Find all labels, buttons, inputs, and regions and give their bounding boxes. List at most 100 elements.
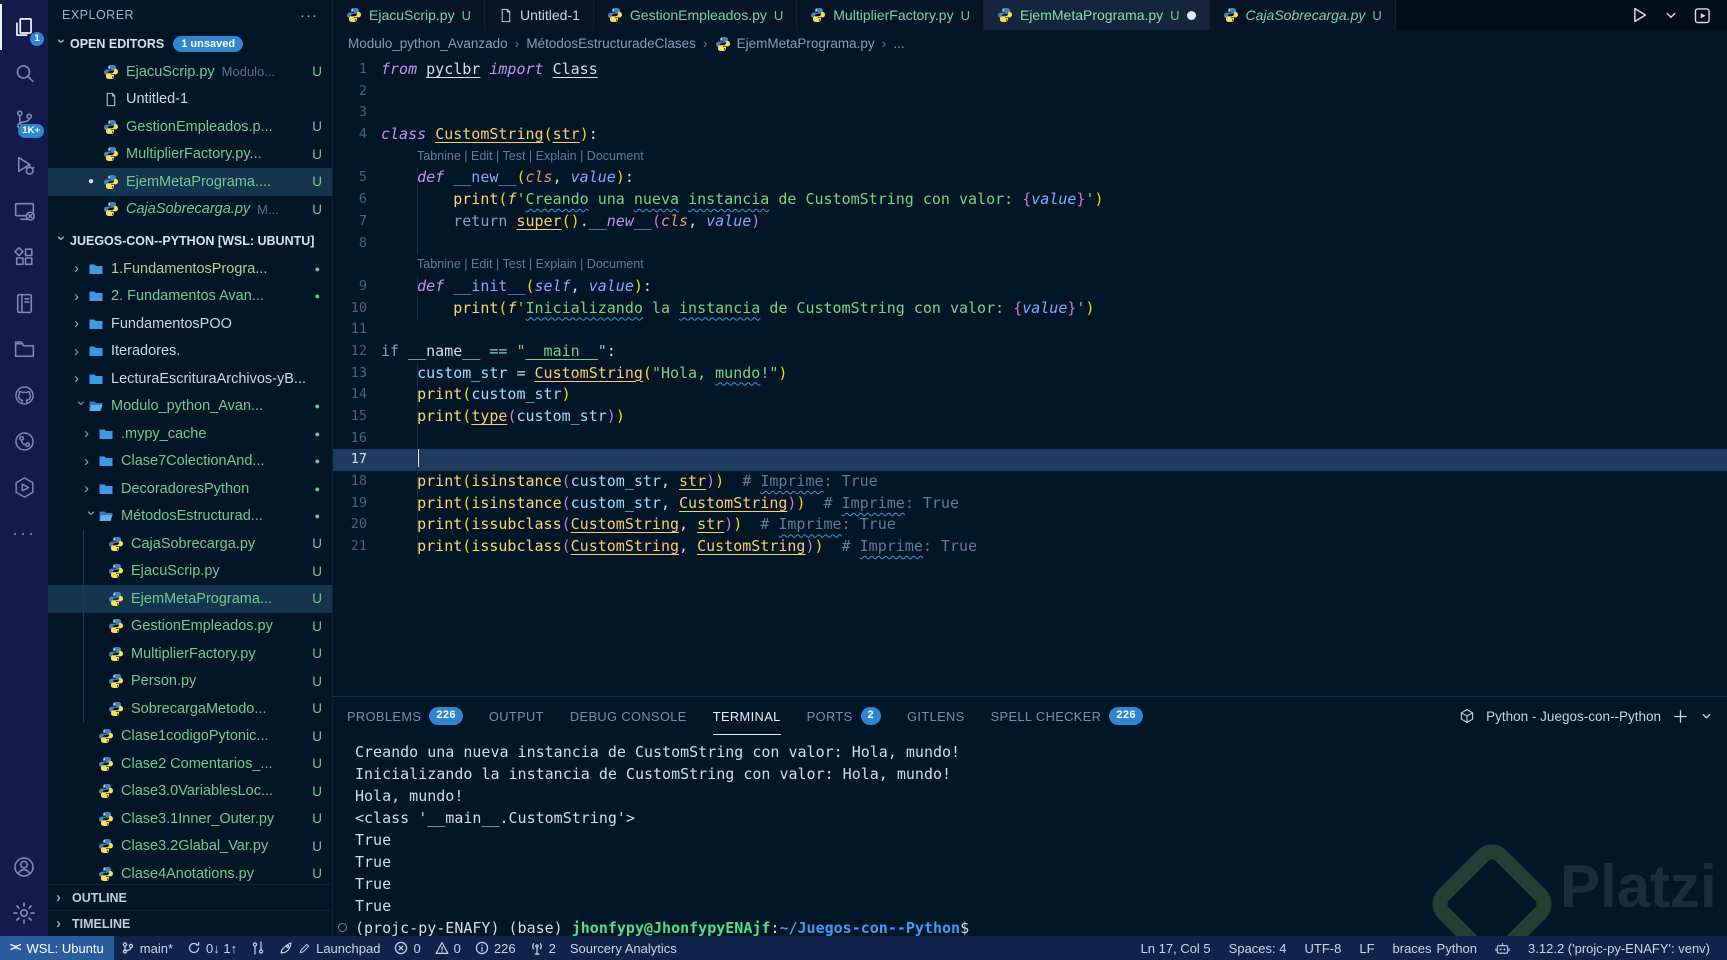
editor-tab[interactable]: CajaSobrecarga.py U bbox=[1209, 0, 1396, 30]
status-indentation[interactable]: Spaces: 4 bbox=[1220, 936, 1296, 960]
tree-item[interactable]: › Iteradores. bbox=[48, 338, 332, 366]
code-line[interactable]: 15 print(type(custom_str)) bbox=[333, 406, 1727, 428]
code-line[interactable]: 2 bbox=[333, 81, 1727, 103]
status-branch[interactable]: main* bbox=[114, 936, 180, 960]
activity-item-remote-explorer[interactable] bbox=[0, 188, 48, 234]
tree-item[interactable]: SobrecargaMetodo... U bbox=[48, 695, 332, 723]
open-editors-header[interactable]: › OPEN EDITORS 1 unsaved bbox=[48, 30, 332, 58]
code-line[interactable]: 13 custom_str = CustomString("Hola, mund… bbox=[333, 362, 1727, 385]
open-editor-item[interactable]: EjacuScrip.py Modulo... U bbox=[48, 58, 332, 86]
remote-indicator[interactable]: >< WSL: Ubuntu bbox=[0, 936, 114, 960]
panel-tab-terminal[interactable]: TERMINAL bbox=[713, 697, 781, 735]
tree-item[interactable]: › LecturaEscrituraArchivos-yB... bbox=[48, 365, 332, 393]
code-line[interactable]: 8 bbox=[333, 232, 1727, 255]
code-line[interactable]: 16 bbox=[333, 427, 1727, 450]
activity-item-explorer[interactable]: 1 bbox=[0, 4, 48, 50]
breadcrumb-file[interactable]: EjemMetaPrograma.py bbox=[737, 36, 875, 51]
code-line[interactable]: 12 if __name__ == "__main__": bbox=[333, 341, 1727, 363]
status-git-compare[interactable] bbox=[244, 936, 272, 960]
status-errors[interactable]: 0 bbox=[387, 936, 427, 960]
tree-item[interactable]: › .mypy_cache ● bbox=[48, 420, 332, 448]
tree-item[interactable]: Clase3.1Inner_Outer.py U bbox=[48, 805, 332, 833]
split-editor-run-button[interactable] bbox=[1692, 5, 1713, 26]
code-line[interactable]: 4 class CustomString(str): bbox=[333, 124, 1727, 146]
tree-item[interactable]: Clase4Anotations.py U bbox=[48, 860, 332, 884]
status-eol[interactable]: LF bbox=[1350, 936, 1383, 960]
panel-tab-problems[interactable]: PROBLEMS 226 bbox=[347, 697, 463, 735]
code-line[interactable]: 7 return super().__new__(cls, value) bbox=[333, 210, 1727, 233]
panel-tab-output[interactable]: OUTPUT bbox=[489, 697, 544, 735]
code-line[interactable]: 18 print(isinstance(custom_str, str)) # … bbox=[333, 471, 1727, 493]
activity-item-git-graph[interactable] bbox=[0, 418, 48, 464]
editor-tab[interactable]: EjemMetaPrograma.py U bbox=[983, 0, 1210, 30]
run-options-button[interactable] bbox=[1662, 6, 1680, 24]
code-line[interactable]: 1 from pyclbr import Class bbox=[333, 59, 1727, 81]
status-warnings[interactable]: 0 bbox=[428, 936, 468, 960]
open-editor-item[interactable]: CajaSobrecarga.py M... U bbox=[48, 196, 332, 224]
tree-item[interactable]: GestionEmpleados.py U bbox=[48, 612, 332, 640]
open-editor-item[interactable]: GestionEmpleados.p... U bbox=[48, 113, 332, 141]
sidebar-more-actions-icon[interactable]: ··· bbox=[300, 7, 318, 24]
activity-item-project-manager[interactable] bbox=[0, 326, 48, 372]
activity-item-run-and-debug[interactable] bbox=[0, 142, 48, 188]
code-line[interactable]: 6 print(f'Creando una nueva instancia de… bbox=[333, 189, 1727, 211]
tree-item[interactable]: › FundamentosPOO bbox=[48, 310, 332, 338]
status-encoding[interactable]: UTF-8 bbox=[1296, 936, 1351, 960]
terminal-dropdown-button[interactable] bbox=[1700, 710, 1713, 723]
code-line[interactable]: 17 bbox=[333, 449, 1727, 472]
status-cursor-position[interactable]: Ln 17, Col 5 bbox=[1132, 936, 1220, 960]
new-terminal-button[interactable] bbox=[1672, 708, 1689, 725]
status-python-interpreter[interactable]: 3.12.2 ('projc-py-ENAFY': venv) bbox=[1519, 936, 1719, 960]
breadcrumb-subfolder[interactable]: MétodosEstructuradeClases bbox=[526, 36, 696, 51]
workspace-folder-header[interactable]: › JUEGOS-CON--PYTHON [WSL: UBUNTU] bbox=[48, 227, 332, 255]
terminal-output[interactable]: Creando una nueva instancia de CustomStr… bbox=[333, 735, 1727, 936]
status-tabnine[interactable] bbox=[1486, 936, 1519, 960]
code-editor[interactable]: 1 from pyclbr import Class 2 3 4 class Custom… bbox=[333, 56, 1727, 696]
breadcrumb-symbol[interactable]: ... bbox=[893, 36, 904, 51]
timeline-section[interactable]: › TIMELINE bbox=[48, 910, 332, 936]
breadcrumb-folder[interactable]: Modulo_python_Avanzado bbox=[348, 36, 508, 51]
code-line[interactable]: 5 def __new__(cls, value): bbox=[333, 167, 1727, 190]
activity-item-search[interactable] bbox=[0, 50, 48, 96]
run-python-file-button[interactable] bbox=[1628, 4, 1650, 26]
activity-item-container-tools[interactable] bbox=[0, 464, 48, 510]
tree-item[interactable]: › MétodosEstructurad... ● bbox=[48, 503, 332, 531]
tree-item[interactable]: Clase1codigoPytonic... U bbox=[48, 723, 332, 751]
panel-tab-debug-console[interactable]: DEBUG CONSOLE bbox=[570, 697, 687, 735]
tree-item[interactable]: Clase3.2Glabal_Var.py U bbox=[48, 833, 332, 861]
status-ports-tower[interactable]: 2 bbox=[523, 936, 563, 960]
outline-section[interactable]: › OUTLINE bbox=[48, 884, 332, 910]
code-line[interactable]: 10 print(f'Inicializando la instancia de… bbox=[333, 297, 1727, 320]
tree-item[interactable]: › Clase7ColectionAnd... ● bbox=[48, 448, 332, 476]
code-line[interactable]: 11 bbox=[333, 319, 1727, 341]
code-line[interactable]: 19 print(isinstance(custom_str, CustomSt… bbox=[333, 492, 1727, 515]
open-editor-item[interactable]: ● EjemMetaPrograma.... U bbox=[48, 168, 332, 196]
activity-item-github[interactable] bbox=[0, 372, 48, 418]
code-line[interactable]: 14 print(custom_str) bbox=[333, 384, 1727, 406]
activity-item-more-views[interactable]: ··· bbox=[0, 510, 48, 556]
tree-item[interactable]: Person.py U bbox=[48, 667, 332, 695]
editor-tab[interactable]: MultiplierFactory.py U bbox=[797, 0, 984, 30]
codelens-actions[interactable]: Tabnine | Edit | Test | Explain | Docume… bbox=[333, 146, 1727, 168]
tree-item[interactable]: › DecoradoresPython ● bbox=[48, 475, 332, 503]
code-line[interactable]: 3 bbox=[333, 102, 1727, 124]
status-launchpad[interactable]: Launchpad bbox=[272, 936, 387, 960]
code-line[interactable]: 9 def __init__(self, value): bbox=[333, 275, 1727, 298]
tree-item[interactable]: Clase3.0VariablesLoc... U bbox=[48, 778, 332, 806]
status-sync[interactable]: 0↓ 1↑ bbox=[180, 936, 244, 960]
activity-item-accounts[interactable] bbox=[0, 844, 48, 890]
activity-item-notebook[interactable] bbox=[0, 280, 48, 326]
activity-item-source-control[interactable]: 1K+ bbox=[0, 96, 48, 142]
status-language-mode[interactable]: braces Python bbox=[1384, 936, 1487, 960]
tree-item[interactable]: Clase2 Comentarios_... U bbox=[48, 750, 332, 778]
code-line[interactable]: 21 print(issubclass(CustomString, Custom… bbox=[333, 536, 1727, 558]
codelens-actions[interactable]: Tabnine | Edit | Test | Explain | Docume… bbox=[333, 254, 1727, 276]
tree-item[interactable]: › 1.FundamentosProgra... ● bbox=[48, 255, 332, 283]
status-infos[interactable]: 226 bbox=[468, 936, 523, 960]
panel-tab-spell-checker[interactable]: SPELL CHECKER 226 bbox=[991, 697, 1143, 735]
editor-tab[interactable]: GestionEmpleados.py U bbox=[593, 0, 798, 30]
tree-item[interactable]: EjemMetaPrograma... U bbox=[48, 585, 332, 613]
tree-item[interactable]: › 2. Fundamentos Avan... ● bbox=[48, 283, 332, 311]
activity-item-extensions[interactable] bbox=[0, 234, 48, 280]
tree-item[interactable]: MultiplierFactory.py U bbox=[48, 640, 332, 668]
